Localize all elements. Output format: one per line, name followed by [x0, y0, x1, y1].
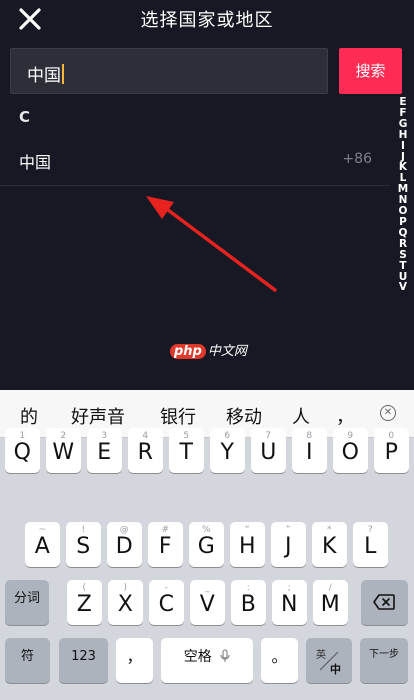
ime-keyboard: 的 好声音 银行 移动 人 ， ✕ 1 Q 2 W 3 E 4 R 5 T 6 Y 7 U 8 I 9 O 0 P ~ A…: [0, 390, 414, 700]
key-e[interactable]: 3E: [87, 428, 122, 473]
key-s[interactable]: ! S: [66, 522, 101, 567]
key-label: A: [34, 534, 50, 559]
key-label: Z: [76, 592, 92, 617]
key-label: Y: [220, 440, 234, 465]
search-input[interactable]: 中国: [10, 48, 328, 94]
candidate-item[interactable]: 好声音: [71, 403, 125, 429]
text-caret: [62, 64, 64, 84]
key-label: B: [240, 592, 256, 617]
key-u[interactable]: 7U: [251, 428, 286, 473]
key-label: O: [341, 440, 359, 465]
fenci-key[interactable]: 分词: [5, 580, 49, 625]
key-label: V: [199, 592, 215, 617]
watermark-text: 中文网: [207, 344, 247, 359]
key-f[interactable]: # F: [148, 522, 183, 567]
header: 选择国家或地区: [0, 0, 414, 38]
lang-bottom-label: 中: [330, 663, 341, 676]
key-k[interactable]: * K: [312, 522, 347, 567]
country-list-item[interactable]: 中国 +86: [0, 136, 390, 186]
key-p[interactable]: 0P: [374, 428, 409, 473]
key-label: G: [197, 534, 215, 559]
key-h[interactable]: “H: [230, 522, 265, 567]
key-q[interactable]: 1Q: [5, 428, 40, 473]
key-x[interactable]: ) X: [108, 580, 143, 625]
search-input-value: 中国: [27, 66, 61, 86]
candidate-item[interactable]: 银行: [160, 403, 196, 429]
key-y[interactable]: 6Y: [210, 428, 245, 473]
index-letter[interactable]: V: [399, 282, 407, 293]
key-label: T: [179, 440, 193, 465]
space-key[interactable]: 空格: [161, 638, 253, 683]
country-dial-code: +86: [342, 151, 372, 167]
index-letter[interactable]: I: [401, 140, 405, 152]
index-letter[interactable]: H: [399, 129, 408, 141]
index-letter[interactable]: S: [399, 249, 407, 261]
candidate-item[interactable]: ，: [336, 403, 354, 429]
country-name: 中国: [19, 153, 52, 172]
key-label: X: [117, 592, 133, 617]
next-key[interactable]: 下一步: [360, 638, 408, 683]
key-m[interactable]: / M: [313, 580, 348, 625]
search-bar: 中国 搜索: [10, 48, 402, 94]
number-key[interactable]: 123: [59, 638, 108, 683]
key-label: U: [260, 440, 277, 465]
key-label: K: [322, 534, 337, 559]
candidate-item[interactable]: 人: [292, 403, 310, 429]
key-d[interactable]: @ D: [107, 522, 142, 567]
key-label: W: [52, 440, 75, 465]
section-header: C: [19, 108, 31, 126]
backspace-key[interactable]: [361, 580, 408, 625]
key-o[interactable]: 9O: [333, 428, 368, 473]
backspace-icon: [373, 594, 395, 610]
alphabet-index-bar[interactable]: EFGHIJKLMNOPQRSTUV: [396, 97, 410, 293]
key-label: D: [115, 534, 133, 559]
language-switch-key[interactable]: 英 中: [306, 638, 352, 683]
key-w[interactable]: 2W: [46, 428, 81, 473]
key-label: F: [158, 534, 172, 559]
page-title: 选择国家或地区: [140, 10, 274, 31]
key-a[interactable]: ~ A: [25, 522, 60, 567]
watermark: php 中文网: [170, 340, 247, 359]
key-label: J: [285, 534, 292, 559]
space-label: 空格: [183, 649, 212, 665]
key-l[interactable]: ? L: [353, 522, 388, 567]
key-v[interactable]: _ V: [190, 580, 225, 625]
key-label: S: [76, 534, 91, 559]
candidate-item[interactable]: 的: [20, 403, 38, 429]
key-r[interactable]: 4R: [128, 428, 163, 473]
comma-key[interactable]: ，: [116, 638, 153, 683]
key-z[interactable]: (Z: [67, 580, 102, 625]
key-label: M: [320, 592, 340, 617]
symbol-key[interactable]: 符: [5, 638, 50, 683]
watermark-logo: php: [170, 344, 206, 359]
key-label: P: [384, 440, 398, 465]
key-g[interactable]: % G: [189, 522, 224, 567]
microphone-icon: [220, 649, 230, 662]
index-letter[interactable]: T: [399, 260, 406, 272]
key-n[interactable]: ; N: [272, 580, 307, 625]
key-label: H: [238, 534, 256, 559]
period-key[interactable]: 。: [261, 638, 298, 683]
key-j[interactable]: ” J: [271, 522, 306, 567]
key-label: R: [137, 440, 153, 465]
key-label: Q: [13, 440, 31, 465]
key-label: E: [97, 440, 112, 465]
close-circle-icon[interactable]: ✕: [380, 405, 396, 421]
country-picker-screen: 选择国家或地区 中国 搜索 C 中国 +86 EFGHIJKLMNOPQRSTU…: [0, 0, 414, 390]
key-label: I: [306, 440, 313, 465]
key-label: C: [158, 592, 174, 617]
candidate-item[interactable]: 移动: [226, 403, 262, 429]
key-b[interactable]: :B: [231, 580, 266, 625]
search-button[interactable]: 搜索: [339, 48, 402, 94]
key-t[interactable]: 5T: [169, 428, 204, 473]
key-c[interactable]: -C: [149, 580, 184, 625]
key-label: L: [364, 534, 377, 559]
key-label: N: [281, 592, 298, 617]
key-i[interactable]: 8I: [292, 428, 327, 473]
